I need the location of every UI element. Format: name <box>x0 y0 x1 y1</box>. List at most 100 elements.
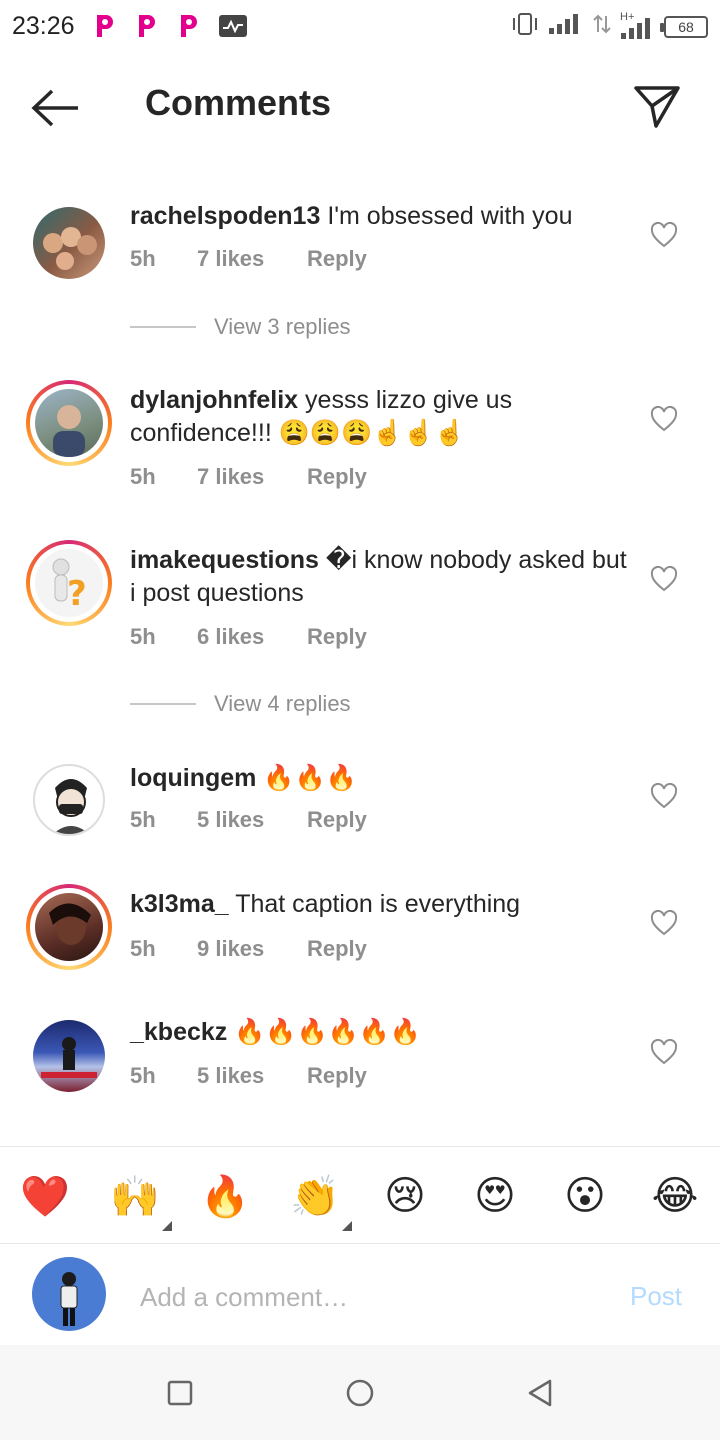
comment-likes[interactable]: 9 likes <box>197 936 307 962</box>
emoji-fire-button[interactable]: 🔥 <box>197 1169 253 1223</box>
replies-divider <box>130 703 196 705</box>
comment-item: rachelspoden13 I'm obsessed with you 5h … <box>0 200 720 339</box>
comment-time: 5h <box>130 1063 156 1088</box>
comment-likes[interactable]: 7 likes <box>197 246 307 272</box>
status-bar: 23:26 H+ 68 <box>0 0 720 52</box>
reply-button[interactable]: Reply <box>307 936 367 962</box>
comment-time: 5h <box>130 936 156 961</box>
comment-likes[interactable]: 7 likes <box>197 464 307 490</box>
reply-button[interactable]: Reply <box>307 464 367 490</box>
comment-item: ? imakequestions �i know nobody asked bu… <box>0 540 720 720</box>
reply-button[interactable]: Reply <box>307 1063 367 1089</box>
back-nav-icon[interactable] <box>520 1377 560 1409</box>
comment-time: 5h <box>130 807 156 832</box>
avatar-image: ? <box>35 549 103 617</box>
quick-emoji-bar: ❤️ 🙌 🔥 👏 😢 😍 😮 😂 <box>0 1146 720 1244</box>
skin-tone-indicator-icon <box>342 1221 352 1231</box>
avatar[interactable] <box>26 1013 112 1099</box>
heart-icon[interactable] <box>650 566 678 592</box>
comment-username[interactable]: k3l3ma_ <box>130 890 229 918</box>
skin-tone-indicator-icon <box>162 1221 172 1231</box>
comment-username[interactable]: _kbeckz <box>130 1018 227 1046</box>
replies-divider <box>130 326 196 328</box>
comment-body: 🔥🔥🔥🔥🔥🔥 <box>234 1017 422 1046</box>
reply-button[interactable]: Reply <box>307 246 367 272</box>
avatar[interactable] <box>26 380 112 466</box>
view-replies-button[interactable]: View 3 replies <box>130 314 351 340</box>
vibrate-icon <box>510 12 540 41</box>
avatar[interactable]: ? <box>26 540 112 626</box>
home-icon[interactable] <box>340 1377 380 1409</box>
comment-meta: 5h 7 likes Reply <box>130 246 367 272</box>
back-button[interactable] <box>28 86 84 130</box>
reply-button[interactable]: Reply <box>307 624 367 650</box>
comment-likes[interactable]: 6 likes <box>197 624 307 650</box>
heart-icon[interactable] <box>650 783 678 809</box>
comment-username[interactable]: imakequestions <box>130 546 319 574</box>
battery-indicator: 68 <box>660 15 708 38</box>
avatar-image <box>33 764 105 836</box>
comment-likes[interactable]: 5 likes <box>197 807 307 833</box>
data-transfer-icon <box>592 12 612 41</box>
battery-level: 68 <box>678 18 694 35</box>
emoji-clapping-button[interactable]: 👏 <box>287 1169 343 1223</box>
signal-hplus-icon: H+ <box>620 11 656 41</box>
comment-body: I'm obsessed with you <box>327 202 573 230</box>
avatar-image <box>35 389 103 457</box>
comment-username[interactable]: rachelspoden13 <box>130 202 320 230</box>
app-notification-icon <box>93 12 117 40</box>
status-indicators: H+ 68 <box>510 11 708 41</box>
comment-meta: 5h 6 likes Reply <box>130 624 367 650</box>
avatar-image <box>33 1020 105 1092</box>
comment-time: 5h <box>130 464 156 489</box>
comment-username[interactable]: loquingem <box>130 764 256 792</box>
heart-icon[interactable] <box>650 222 678 248</box>
comment-input[interactable] <box>140 1275 590 1319</box>
app-notification-icon <box>135 12 159 40</box>
comment-likes[interactable]: 5 likes <box>197 1063 307 1089</box>
heart-icon[interactable] <box>650 406 678 432</box>
emoji-heart-eyes-button[interactable]: 😍 <box>467 1169 523 1223</box>
comment-item: loquingem 🔥🔥🔥 5h 5 likes Reply <box>0 757 720 857</box>
post-button[interactable]: Post <box>630 1281 682 1312</box>
heart-icon[interactable] <box>650 1039 678 1065</box>
comment-text: loquingem 🔥🔥🔥 <box>130 761 630 795</box>
reply-button[interactable]: Reply <box>307 807 367 833</box>
comment-meta: 5h 5 likes Reply <box>130 1063 367 1089</box>
comment-text: k3l3ma_ That caption is everything <box>130 888 630 921</box>
view-replies-label: View 4 replies <box>214 691 351 716</box>
comment-text: dylanjohnfelix yesss lizzo give us confi… <box>130 384 630 450</box>
comment-meta: 5h 5 likes Reply <box>130 807 367 833</box>
view-replies-button[interactable]: View 4 replies <box>130 691 351 717</box>
app-notification-icon <box>177 12 201 40</box>
emoji-heart-button[interactable]: ❤️ <box>17 1169 73 1223</box>
comment-text: imakequestions �i know nobody asked but … <box>130 544 630 610</box>
comment-time: 5h <box>130 246 156 271</box>
page-title: Comments <box>145 82 332 123</box>
comment-item: k3l3ma_ That caption is everything 5h 9 … <box>0 884 720 984</box>
comment-text: rachelspoden13 I'm obsessed with you <box>130 200 630 233</box>
arrow-left-icon <box>31 89 78 127</box>
svg-text:?: ? <box>67 574 87 614</box>
comment-item: _kbeckz 🔥🔥🔥🔥🔥🔥 5h 5 likes Reply <box>0 1013 720 1113</box>
current-user-avatar <box>32 1257 106 1331</box>
comment-body: That caption is everything <box>235 890 521 918</box>
heart-icon[interactable] <box>650 910 678 936</box>
comment-username[interactable]: dylanjohnfelix <box>130 386 298 414</box>
emoji-crying-button[interactable]: 😢 <box>377 1169 433 1223</box>
avatar[interactable] <box>26 200 112 286</box>
emoji-surprised-button[interactable]: 😮 <box>557 1169 613 1223</box>
header: Comments <box>0 60 720 152</box>
avatar-image <box>33 207 105 279</box>
comment-time: 5h <box>130 624 156 649</box>
avatar[interactable] <box>26 757 112 843</box>
avatar[interactable] <box>26 884 112 970</box>
recent-apps-icon[interactable] <box>160 1377 200 1409</box>
share-button[interactable] <box>628 80 684 130</box>
view-replies-label: View 3 replies <box>214 314 351 339</box>
emoji-laughing-button[interactable]: 😂 <box>647 1169 703 1223</box>
signal-icon <box>548 12 584 41</box>
paper-plane-icon <box>634 86 680 128</box>
emoji-raised-hands-button[interactable]: 🙌 <box>107 1169 163 1223</box>
system-nav-bar <box>0 1345 720 1440</box>
